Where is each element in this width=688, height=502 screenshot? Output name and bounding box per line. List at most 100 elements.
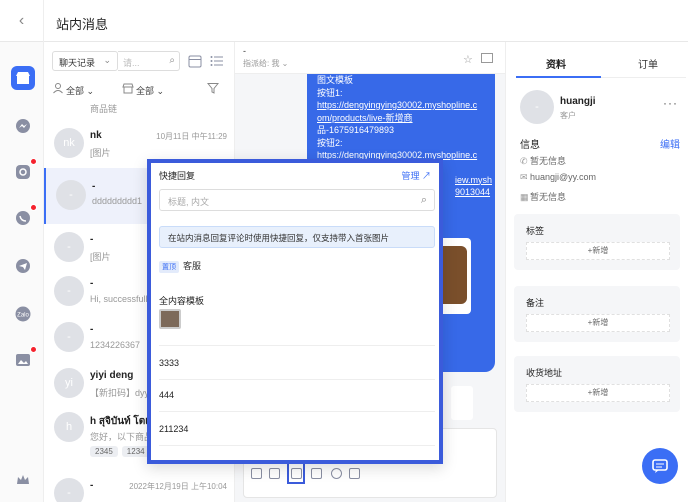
building-icon: ▦: [520, 192, 529, 202]
assignee-select[interactable]: 指派给: 我 ⌄: [243, 58, 288, 69]
divider: [159, 345, 435, 346]
conversation-name: nk: [90, 130, 102, 141]
manage-label: 管理: [401, 171, 420, 181]
attachment-icon[interactable]: [349, 468, 360, 479]
calendar-icon[interactable]: [188, 54, 202, 68]
conversation-name: -: [90, 480, 94, 491]
template-section-title: 全内容模板: [159, 296, 205, 306]
external-link-icon: ↗: [421, 171, 431, 181]
avatar: -: [54, 478, 84, 502]
instagram-icon[interactable]: [11, 158, 37, 184]
list-item[interactable]: - - 2022年12月19日 上午10:04: [44, 470, 234, 502]
image-message-icon[interactable]: [11, 346, 37, 372]
tab-profile[interactable]: 资料: [546, 56, 566, 71]
avatar: h: [54, 412, 84, 442]
quick-reply-title: 快捷回复: [159, 171, 196, 181]
product-icon[interactable]: [269, 468, 280, 479]
assignee-label: 指派给: 我: [243, 59, 280, 68]
phone-value: 暂无信息: [530, 156, 567, 166]
zalo-icon[interactable]: Zalo: [11, 302, 35, 326]
store-icon[interactable]: [11, 66, 35, 90]
shipping-title: 收货地址: [526, 368, 563, 378]
back-button[interactable]: ‹: [0, 0, 44, 42]
conversation-time: 2022年12月19日 上午10:04: [129, 482, 227, 491]
notification-dot: [30, 158, 37, 165]
list-view-icon[interactable]: [210, 54, 224, 68]
crown-icon[interactable]: [11, 468, 35, 492]
template-icon[interactable]: [251, 468, 262, 479]
tab-orders[interactable]: 订单: [638, 56, 658, 71]
avatar: -: [520, 90, 554, 124]
add-address-button[interactable]: +新增: [526, 384, 670, 402]
record-type-label: 聊天记录: [59, 58, 96, 68]
email-value: huangji@yy.com: [530, 172, 596, 182]
chat-icon: [652, 459, 668, 473]
notification-dot: [30, 346, 37, 353]
conversation-preview: 商品链: [90, 104, 118, 114]
conversation-name: yiyi deng: [90, 370, 134, 381]
conversation-name: -: [90, 324, 94, 335]
add-tag-button[interactable]: +新增: [526, 242, 670, 260]
info-title: 信息: [520, 140, 540, 151]
customer-panel: 资料 订单 - huangji 客户 ··· 信息 编辑 ✆ 暂无信息 ✉ huan…: [505, 42, 688, 502]
pinned-reply-item[interactable]: 置顶 客服: [159, 259, 201, 273]
search-icon: ⌕: [420, 194, 427, 206]
conversation-tags: 2345 1234: [90, 446, 154, 457]
notification-dot: [30, 204, 37, 211]
avatar: -: [54, 322, 84, 352]
tag-badge: 1234: [121, 446, 150, 457]
telegram-icon[interactable]: [11, 254, 35, 278]
svg-text:Zalo: Zalo: [17, 313, 29, 319]
tab-indicator: [516, 76, 601, 78]
list-search-input[interactable]: 请... ⌕: [118, 51, 180, 71]
quick-reply-item[interactable]: 211234: [159, 424, 188, 434]
quick-reply-search-input[interactable]: 标题, 内文 ⌕: [159, 189, 435, 211]
pinned-badge: 置顶: [159, 261, 179, 273]
star-icon[interactable]: ☆: [463, 53, 473, 66]
avatar: yi: [54, 368, 84, 398]
quick-reply-item[interactable]: 444: [159, 390, 174, 400]
quick-reply-item[interactable]: 3333: [159, 358, 179, 368]
add-note-button[interactable]: +新增: [526, 314, 670, 332]
list-item[interactable]: 商品链: [44, 84, 234, 114]
email-row: ✉ huangji@yy.com: [520, 172, 596, 183]
avatar: -: [54, 276, 84, 306]
divider: [159, 411, 435, 412]
message-link[interactable]: om/products/live-新增商: [317, 113, 413, 123]
pinned-reply-label: 客服: [183, 261, 202, 271]
search-placeholder: 标题, 内文: [168, 197, 210, 207]
quick-reply-tip: 在站内消息回复评论时使用快捷回复，仅支持带入首张图片: [159, 226, 435, 248]
message-line: 图文模板: [317, 75, 354, 85]
divider: [159, 379, 435, 380]
address-row: ▦暂无信息: [520, 190, 566, 203]
page-title: 站内消息: [56, 17, 109, 32]
image-icon[interactable]: [311, 468, 322, 479]
search-icon: ⌕: [169, 55, 175, 66]
more-icon[interactable]: ···: [663, 96, 678, 110]
manage-link[interactable]: 管理 ↗: [401, 169, 431, 182]
quick-reply-button[interactable]: [287, 462, 305, 484]
chevron-left-icon: ‹: [18, 12, 25, 29]
edit-button[interactable]: 编辑: [660, 136, 680, 151]
list-toolbar: 聊天记录 ⌄ 请... ⌕: [44, 42, 234, 76]
emoji-icon[interactable]: [331, 468, 342, 479]
shipping-card: 收货地址 +新增: [514, 356, 680, 412]
chevron-down-icon: ⌄: [103, 55, 111, 65]
divider: [159, 445, 435, 446]
channel-rail: Zalo: [0, 42, 44, 502]
mail-icon[interactable]: [481, 53, 493, 63]
message-link[interactable]: https://dengyingying30002.myshopline.c: [317, 99, 485, 112]
mail-icon: ✉: [520, 172, 528, 182]
whatsapp-icon[interactable]: [11, 204, 37, 230]
message-line: 品-1675916479893: [317, 125, 395, 135]
notes-card: 备注 +新增: [514, 286, 680, 342]
tags-title: 标签: [526, 226, 545, 236]
conversation-preview: [图片: [90, 148, 111, 158]
chat-fab-button[interactable]: [642, 448, 678, 484]
messenger-icon[interactable]: [11, 114, 35, 138]
record-type-select[interactable]: 聊天记录 ⌄: [52, 51, 118, 71]
quick-reply-popup: 快捷回复 管理 ↗ 标题, 内文 ⌕ 在站内消息回复评论时使用快捷回复，仅支持带入…: [147, 159, 443, 464]
avatar: nk: [54, 128, 84, 158]
chat-title: -: [243, 46, 246, 56]
template-thumbnail[interactable]: [159, 309, 181, 329]
